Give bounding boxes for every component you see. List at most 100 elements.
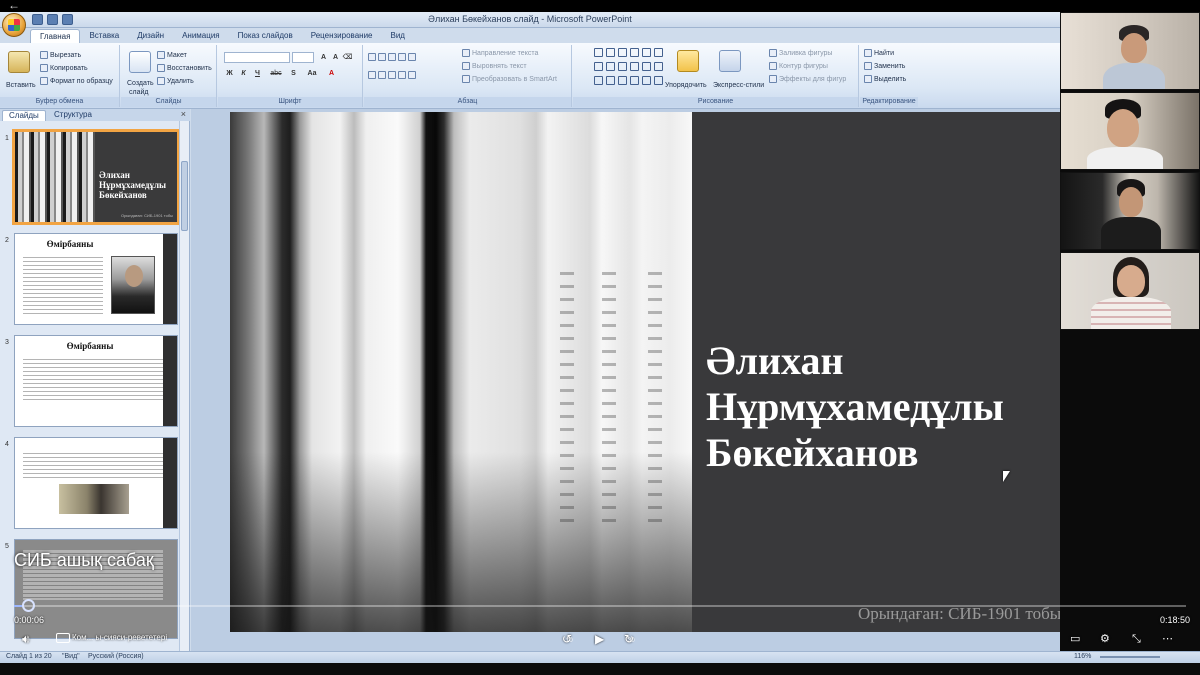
shape-fill-button[interactable]: Заливка фигуры: [769, 49, 832, 59]
zoom-slider[interactable]: [1100, 656, 1160, 658]
language-indicator[interactable]: Русский (Россия): [88, 653, 144, 660]
thumbnail-dark-bar: [163, 234, 177, 324]
thumbnail-dark-bar: [163, 438, 177, 528]
zoom-level[interactable]: 116%: [1074, 653, 1091, 660]
person-body: [1101, 217, 1161, 249]
copy-button[interactable]: Копировать: [40, 64, 88, 74]
cut-button[interactable]: Вырезать: [40, 51, 81, 61]
italic-button[interactable]: К: [238, 69, 249, 79]
more-icon[interactable]: ⋯: [1162, 632, 1173, 646]
clipboard-group-label: Буфер обмена: [0, 97, 119, 107]
tab-design[interactable]: Дизайн: [128, 29, 173, 43]
grow-font-icon[interactable]: A: [318, 53, 329, 63]
participant-video-4[interactable]: [1060, 252, 1200, 330]
slide-thumbnail-2[interactable]: Өмірбаяны: [14, 233, 178, 325]
layout-icon: [157, 51, 165, 60]
align-text-button[interactable]: Выровнять текст: [462, 62, 527, 72]
replace-button[interactable]: Заменить: [864, 62, 905, 72]
shape-outline-button[interactable]: Контур фигуры: [769, 62, 828, 72]
shape-effects-button[interactable]: Эффекты для фигур: [769, 75, 846, 85]
volume-icon[interactable]: 🔊︎: [22, 632, 30, 646]
delete-button[interactable]: Удалить: [157, 77, 194, 87]
tab-outline[interactable]: Структура: [48, 110, 98, 120]
replace-icon: [864, 62, 872, 71]
forward-30-label: 30: [628, 638, 635, 644]
book-text-lines: [560, 262, 574, 522]
participant-video-3[interactable]: [1060, 172, 1200, 250]
paste-icon[interactable]: [8, 51, 30, 73]
reset-button[interactable]: Восстановить: [157, 64, 212, 74]
progress-knob[interactable]: [22, 599, 35, 612]
layout-button[interactable]: Макет: [157, 51, 187, 61]
participant-video-2[interactable]: [1060, 92, 1200, 170]
thumbnail-title: Әлихан Нұрмұхамедұлы Бөкейханов: [99, 170, 166, 200]
play-icon[interactable]: ▶︎: [595, 632, 604, 646]
office-button[interactable]: [2, 13, 26, 37]
screen-icon[interactable]: ▭: [1070, 632, 1080, 646]
tab-review[interactable]: Рецензирование: [302, 29, 382, 43]
slide-title-line: Әлихан: [706, 338, 844, 383]
participant-video-1[interactable]: [1060, 12, 1200, 90]
font-color-icon[interactable]: A: [326, 69, 337, 79]
tab-insert[interactable]: Вставка: [80, 29, 128, 43]
shapes-gallery[interactable]: [594, 48, 663, 88]
font-group: A A ⌫ Ж К Ч abc S Aa A Шрифт: [218, 45, 363, 107]
strike-button[interactable]: abc: [268, 69, 284, 79]
thumbnail-number: 5: [5, 543, 9, 550]
tab-slideshow[interactable]: Показ слайдов: [229, 29, 302, 43]
fill-icon: [769, 49, 777, 58]
arrange-icon[interactable]: [677, 50, 699, 72]
align-icons[interactable]: [368, 71, 418, 81]
slide-thumbnail-1[interactable]: Әлихан Нұрмұхамедұлы Бөкейханов Орындаға…: [12, 129, 180, 225]
slide-caption[interactable]: Орындаған: СИБ-1901 тобы: [858, 604, 1060, 624]
align-text-label: Выровнять текст: [472, 63, 527, 70]
drawing-group-label: Рисование: [573, 97, 858, 107]
shrink-font-icon[interactable]: A: [330, 53, 341, 63]
bold-button[interactable]: Ж: [224, 69, 235, 79]
clear-format-icon[interactable]: ⌫: [342, 53, 353, 63]
find-button[interactable]: Найти: [864, 49, 894, 59]
format-painter-button[interactable]: Формат по образцу: [40, 77, 113, 87]
slides-group-label: Слайды: [121, 97, 216, 107]
tab-home[interactable]: Главная: [30, 29, 81, 43]
portrait-image: [111, 256, 155, 314]
thumbnail-number: 3: [5, 339, 9, 346]
smartart-button[interactable]: Преобразовать в SmartArt: [462, 75, 557, 85]
collapse-icon[interactable]: ⤡: [1132, 632, 1141, 646]
new-slide-icon[interactable]: [129, 51, 151, 73]
paste-button[interactable]: Вставить: [6, 81, 36, 91]
change-case-button[interactable]: Aa: [304, 69, 320, 79]
close-icon[interactable]: ×: [181, 109, 186, 119]
thumbnail-caption: Орындаған: СИБ-1901 тобы: [120, 213, 173, 218]
text-direction-label: Направление текста: [472, 50, 539, 57]
text-direction-button[interactable]: Направление текста: [462, 49, 538, 59]
thumbnail-title-line: Әлихан: [99, 170, 130, 180]
book-pages-image: [230, 112, 692, 632]
thumbnail-title: Өмірбаяны: [66, 341, 114, 351]
slide-title[interactable]: Әлихан Нұрмұхамедұлы Бөкейханов: [706, 338, 1056, 476]
progress-track[interactable]: [14, 605, 1186, 607]
back-arrow-icon[interactable]: ←: [8, 0, 20, 12]
group-photo-image: [59, 484, 129, 514]
scrollbar-thumb[interactable]: [181, 161, 188, 231]
tab-view[interactable]: Вид: [382, 29, 414, 43]
slide-thumbnail-4[interactable]: [14, 437, 178, 529]
quick-styles-button[interactable]: Экспресс-стили: [713, 81, 764, 91]
person-face: [1107, 109, 1139, 147]
underline-button[interactable]: Ч: [252, 69, 263, 79]
font-name-field[interactable]: [224, 52, 290, 63]
bullets-icon[interactable]: [368, 53, 418, 63]
main-slide[interactable]: Әлихан Нұрмұхамедұлы Бөкейханов Орындаға…: [230, 112, 1060, 632]
slides-group: Создать слайд Макет Восстановить Удалить…: [121, 45, 217, 107]
quick-styles-icon[interactable]: [719, 50, 741, 72]
speed-icon[interactable]: ⚙: [1100, 632, 1110, 646]
font-size-field[interactable]: [292, 52, 314, 63]
tab-animation[interactable]: Анимация: [173, 29, 229, 43]
shadow-button[interactable]: S: [288, 69, 299, 79]
tab-slides[interactable]: Слайды: [2, 110, 46, 121]
slide-thumbnail-3[interactable]: Өмірбаяны: [14, 335, 178, 427]
panel-scrollbar[interactable]: [179, 121, 189, 655]
captions-icon[interactable]: [56, 633, 70, 643]
arrange-button[interactable]: Упорядочить: [665, 81, 707, 91]
select-button[interactable]: Выделить: [864, 75, 906, 85]
